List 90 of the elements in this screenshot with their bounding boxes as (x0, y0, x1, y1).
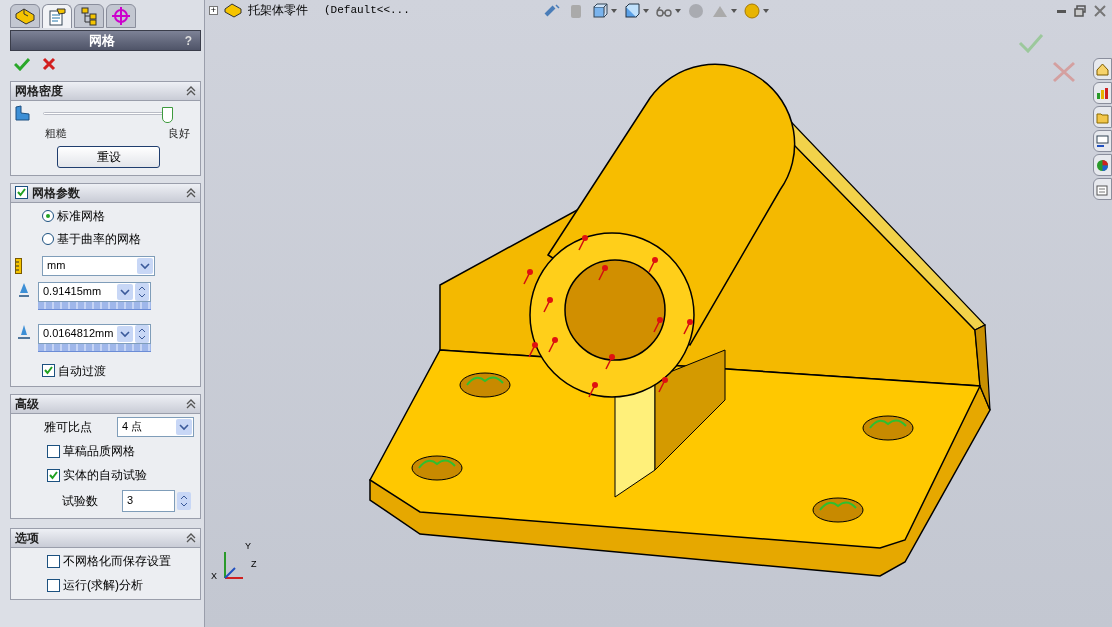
checkbox[interactable] (47, 444, 60, 458)
task-pane-tab[interactable] (1093, 178, 1112, 200)
dropdown-button[interactable] (117, 325, 133, 342)
close-icon[interactable] (1094, 5, 1106, 17)
mesh-density-icon (15, 105, 31, 121)
caret-icon[interactable] (675, 9, 681, 13)
section-title: 网格密度 (15, 83, 63, 100)
collapse-icon[interactable] (186, 187, 196, 198)
close-icon[interactable] (42, 57, 56, 71)
spinner-button[interactable] (135, 282, 149, 301)
collapse-icon[interactable] (186, 532, 196, 543)
restore-button[interactable] (1074, 5, 1086, 17)
unit-dropdown[interactable]: mm (42, 255, 155, 276)
panel-title: 网格 (88, 31, 115, 50)
crosshair-icon (111, 6, 131, 26)
task-pane-tab[interactable] (1093, 154, 1112, 176)
caret-icon[interactable] (611, 9, 617, 13)
dropdown-value: 4 点 (122, 419, 144, 435)
checkbox-option[interactable]: 自动过渡 (42, 361, 196, 380)
collapse-icon[interactable] (186, 86, 196, 96)
home-icon (1096, 62, 1109, 76)
panel-tab[interactable] (74, 4, 104, 28)
field-value: 0.91415mm (43, 284, 103, 300)
dropdown-value: mm (47, 258, 67, 274)
max-label: 良好 (168, 126, 190, 141)
folder-icon (1096, 110, 1109, 124)
field-label: 试验数 (62, 492, 99, 510)
axis-label: Y (245, 542, 251, 551)
configuration-tree-icon (79, 6, 99, 26)
minimize-button[interactable] (1057, 9, 1066, 13)
dropdown-button[interactable] (137, 257, 153, 274)
section-header[interactable]: 网格密度 (11, 82, 200, 101)
value-slider-fill[interactable] (38, 343, 151, 351)
section-header[interactable]: 高级 (11, 394, 200, 414)
field-label: 雅可比点 (44, 418, 93, 436)
display-style-icon[interactable] (623, 2, 641, 20)
property-sheet-icon (47, 6, 67, 27)
part-icon (224, 2, 242, 18)
number-field[interactable]: 0.0164812mm (38, 323, 151, 344)
dropdown-button[interactable] (117, 283, 133, 300)
document-icon (1096, 182, 1109, 196)
section-header[interactable]: 网格参数 (11, 183, 200, 203)
reset-button[interactable]: 重设 (57, 145, 160, 168)
spinner-button[interactable] (135, 324, 149, 343)
view-orientation-icon[interactable] (591, 2, 609, 20)
caret-icon[interactable] (763, 9, 769, 13)
checkbox-option[interactable]: 不网格化而保存设置 (47, 551, 196, 571)
configuration-name: (Default<<... (324, 2, 410, 18)
part-name[interactable]: 托架体零件 (248, 1, 308, 19)
checkbox-option[interactable]: 草稿品质网格 (47, 441, 196, 461)
value-slider-fill[interactable] (38, 301, 151, 309)
panel-tab[interactable] (106, 4, 136, 28)
expand-button[interactable]: + (209, 5, 218, 15)
radio-option[interactable]: 标准网格 (42, 206, 196, 226)
axis-label: X (211, 572, 217, 581)
slider-thumb[interactable] (162, 107, 173, 123)
spinner-button[interactable] (177, 491, 191, 510)
axis-label: Z (251, 560, 257, 569)
ruler-icon (15, 257, 22, 274)
pie-icon (1096, 158, 1109, 172)
caret-icon[interactable] (731, 9, 737, 13)
section-header[interactable]: 选项 (11, 528, 200, 548)
checkbox[interactable] (42, 364, 55, 377)
section-title: 选项 (15, 529, 39, 547)
number-field[interactable]: 0.91415mm (38, 281, 151, 302)
panel-tab[interactable] (10, 4, 40, 28)
jacobian-dropdown[interactable]: 4 点 (117, 416, 194, 437)
task-pane-tab[interactable] (1093, 130, 1112, 152)
field-value: 0.0164812mm (43, 326, 115, 342)
chart-icon (1096, 86, 1109, 100)
panel-tab[interactable] (42, 4, 72, 28)
help-button[interactable]: ? (184, 31, 192, 50)
checkbox-option[interactable]: 实体的自动试验 (47, 465, 196, 485)
dropdown-button[interactable] (176, 418, 192, 435)
task-pane-tab[interactable] (1093, 82, 1112, 104)
checkbox[interactable] (15, 186, 28, 199)
element-size-icon (18, 281, 30, 298)
checkbox-option[interactable]: 运行(求解)分析 (47, 575, 196, 595)
collapse-icon[interactable] (186, 398, 196, 409)
attempts-field[interactable]: 3 (122, 489, 175, 512)
checkbox[interactable] (47, 578, 60, 592)
part-icon (14, 6, 36, 26)
radio-option[interactable]: 基于曲率的网格 (42, 229, 196, 249)
caret-icon[interactable] (643, 9, 649, 13)
checkbox[interactable] (47, 468, 60, 482)
task-pane-tab[interactable] (1093, 58, 1112, 80)
min-label: 粗糙 (45, 126, 67, 141)
section-title: 网格参数 (32, 184, 80, 202)
checkbox[interactable] (47, 554, 60, 568)
section-title: 高级 (15, 395, 39, 413)
